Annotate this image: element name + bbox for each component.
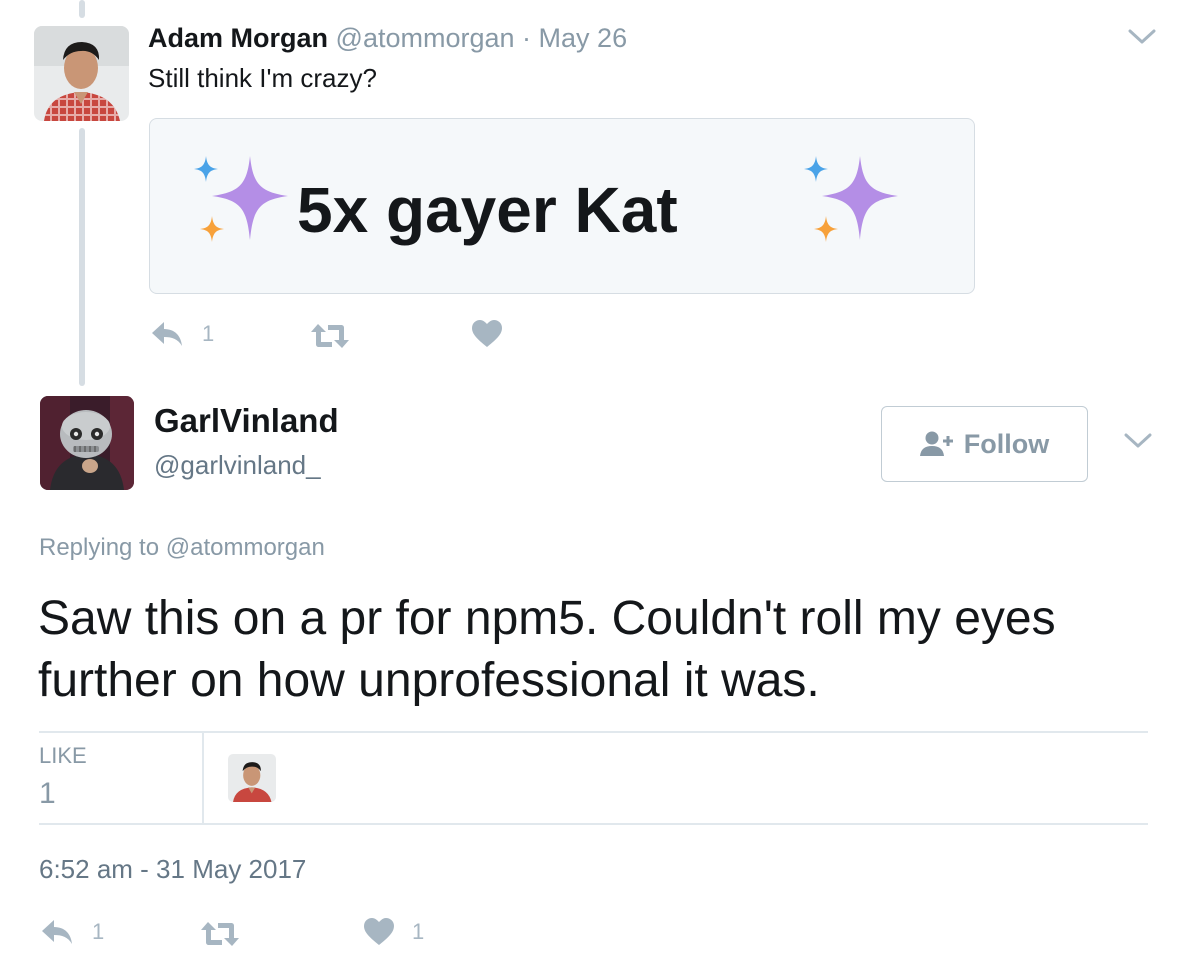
reply-icon xyxy=(42,920,72,944)
tweet1-card-text: 5x gayer Kat xyxy=(297,174,678,246)
tweet1-separator: · xyxy=(522,23,532,53)
retweet-icon xyxy=(201,922,239,946)
tweet2-like-count: 1 xyxy=(412,919,425,944)
tweet1-header: Adam Morgan @atommorgan · May 26 xyxy=(148,22,627,54)
tweet2-reply-count: 1 xyxy=(92,919,105,944)
avatar-adam-morgan[interactable] xyxy=(34,26,129,121)
tweet1-like-button[interactable] xyxy=(472,320,502,353)
tweet1-author-handle[interactable]: @atommorgan xyxy=(336,23,515,53)
add-user-icon xyxy=(919,431,953,456)
thread-line-top xyxy=(79,0,85,18)
replying-to: Replying to @atommorgan xyxy=(39,532,325,564)
replying-prefix: Replying to xyxy=(39,534,160,561)
reply-icon xyxy=(152,322,182,346)
sparkles-icon-right xyxy=(804,156,898,242)
tweet1-reply-button[interactable]: 1 xyxy=(150,320,214,348)
divider-vertical xyxy=(202,732,204,824)
avatar-garlvinland[interactable] xyxy=(40,396,134,490)
follow-button[interactable]: Follow xyxy=(881,406,1088,482)
tweet1-reply-count: 1 xyxy=(202,321,215,346)
sparkles-icon xyxy=(194,156,288,242)
tweet2-timestamp[interactable]: 6:52 am - 31 May 2017 xyxy=(39,852,306,886)
tweet2-reply-button[interactable]: 1 xyxy=(40,918,104,946)
divider-bottom xyxy=(39,823,1148,825)
tweet2-author-handle[interactable]: @garlvinland_ xyxy=(154,448,321,482)
tweet2-retweet-button[interactable] xyxy=(200,920,240,953)
thread-line xyxy=(79,128,85,386)
heart-icon xyxy=(472,320,502,347)
like-stat-count[interactable]: 1 xyxy=(39,776,56,812)
tweet2-like-button[interactable]: 1 xyxy=(364,918,424,946)
liker-avatar[interactable] xyxy=(228,754,276,802)
tweet2-author-name[interactable]: GarlVinland xyxy=(154,401,339,441)
divider-top xyxy=(39,731,1148,733)
tweet1-menu-caret[interactable] xyxy=(1128,28,1156,46)
chevron-down-icon xyxy=(1128,29,1156,44)
tweet1-author-name[interactable]: Adam Morgan xyxy=(148,23,328,53)
tweet1-retweet-button[interactable] xyxy=(310,322,350,355)
tweet2-menu-caret[interactable] xyxy=(1124,432,1152,450)
follow-button-label: Follow xyxy=(963,428,1050,459)
tweet2-text: Saw this on a pr for npm5. Couldn't roll… xyxy=(38,592,1056,707)
tweet1-text: Still think I'm crazy? xyxy=(148,63,377,93)
replying-handle[interactable]: @atommorgan xyxy=(166,534,325,561)
retweet-icon xyxy=(311,324,349,348)
heart-icon xyxy=(364,918,394,945)
chevron-down-icon xyxy=(1124,433,1152,448)
tweet1-date[interactable]: May 26 xyxy=(539,23,628,53)
like-stat-label[interactable]: LIKE xyxy=(39,742,87,770)
